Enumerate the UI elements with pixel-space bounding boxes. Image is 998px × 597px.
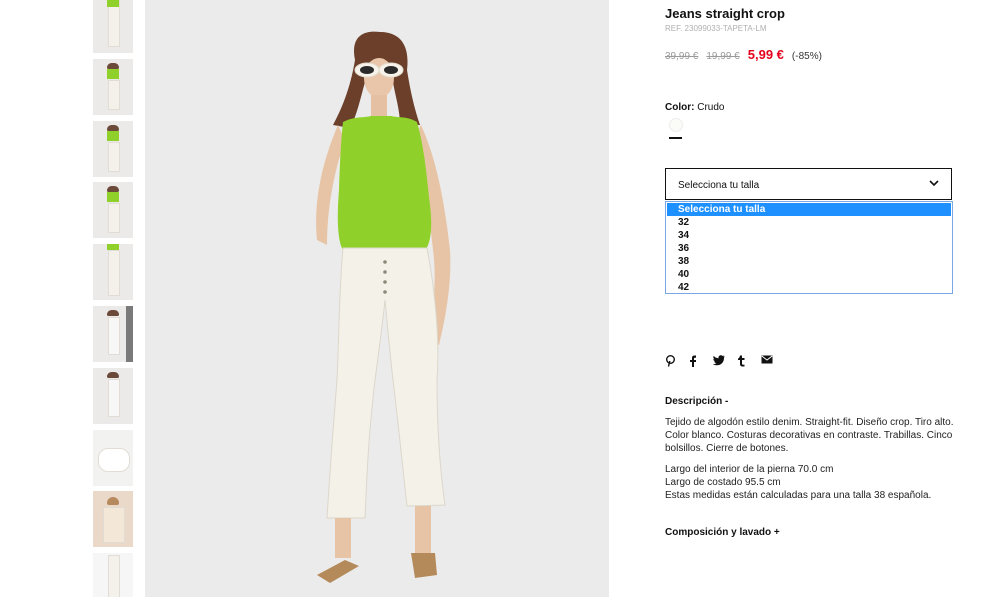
color-value: Crudo <box>697 102 725 113</box>
size-option-38[interactable]: 38 <box>667 255 951 268</box>
measurements: Largo del interior de la pierna 70.0 cm … <box>665 463 955 502</box>
size-select-value: Selecciona tu talla <box>678 180 760 191</box>
original-price: 39,99 € <box>665 51 699 62</box>
size-option-34[interactable]: 34 <box>667 229 951 242</box>
description-toggle[interactable]: Descripción - <box>665 396 728 407</box>
thumbnail-1[interactable] <box>93 0 133 53</box>
facebook-icon[interactable] <box>689 355 701 367</box>
thumbnail-8[interactable] <box>93 430 133 486</box>
product-main-image[interactable] <box>145 0 609 597</box>
product-title: Jeans straight crop <box>665 6 785 21</box>
thumbnail-2[interactable] <box>93 59 133 115</box>
color-label: Color: <box>665 102 695 113</box>
product-reference: REF. 23099033-TAPETA-LM <box>665 24 767 33</box>
selected-swatch-indicator <box>669 137 682 139</box>
size-dropdown-list: Selecciona tu talla 32 34 36 38 40 42 <box>665 201 953 294</box>
size-option-32[interactable]: 32 <box>667 216 951 229</box>
measure-outseam: Largo de costado 95.5 cm <box>665 477 781 488</box>
size-option-placeholder[interactable]: Selecciona tu talla <box>667 203 951 216</box>
thumbnail-6[interactable] <box>93 306 133 362</box>
tumblr-icon[interactable] <box>737 355 749 367</box>
color-info: Color: Crudo <box>665 102 724 113</box>
thumbnail-5[interactable] <box>93 244 133 300</box>
thumbnail-4[interactable] <box>93 182 133 238</box>
chevron-down-icon <box>929 180 939 187</box>
twitter-icon[interactable] <box>713 355 725 367</box>
discount-badge: (-85%) <box>791 51 822 62</box>
model-illustration <box>316 31 451 583</box>
size-select[interactable]: Selecciona tu talla <box>665 168 952 200</box>
previous-price: 19,99 € <box>706 51 740 62</box>
share-bar <box>665 354 773 368</box>
size-option-36[interactable]: 36 <box>667 242 951 255</box>
size-option-40[interactable]: 40 <box>667 268 951 281</box>
thumbnail-3[interactable] <box>93 121 133 177</box>
description-text: Tejido de algodón estilo denim. Straight… <box>665 417 954 454</box>
thumbnail-9[interactable] <box>93 491 133 547</box>
composition-toggle[interactable]: Composición y lavado + <box>665 527 780 538</box>
mail-icon[interactable] <box>761 355 773 367</box>
measure-inseam: Largo del interior de la pierna 70.0 cm <box>665 464 834 475</box>
price-row: 39,99 € 19,99 € 5,99 € (-85%) <box>665 47 822 62</box>
thumbnail-10[interactable] <box>93 553 133 597</box>
current-price: 5,99 € <box>747 47 784 62</box>
pinterest-icon[interactable] <box>665 355 677 367</box>
color-swatch-crudo[interactable] <box>669 118 683 132</box>
size-option-42[interactable]: 42 <box>667 281 951 294</box>
measure-note: Estas medidas están calculadas para una … <box>665 490 932 501</box>
thumbnail-7[interactable] <box>93 368 133 424</box>
